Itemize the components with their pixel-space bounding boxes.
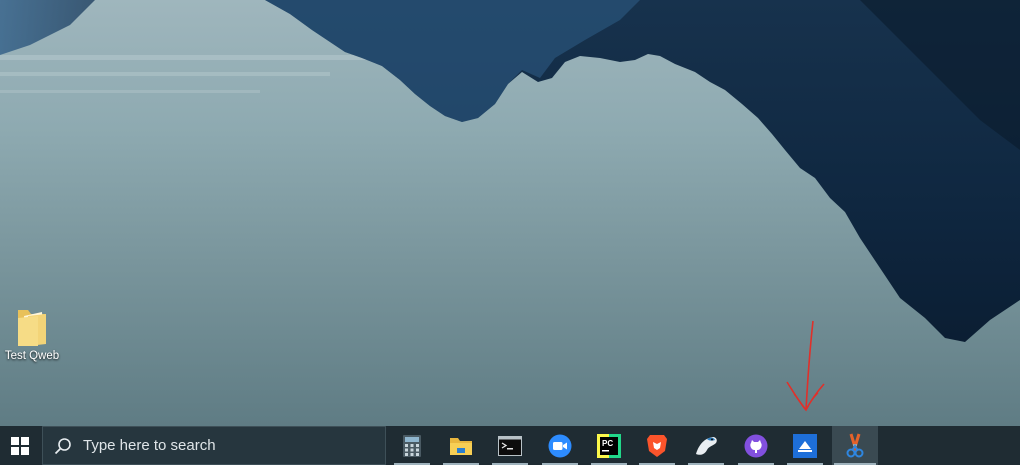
desktop-icon-label: Test Qweb [4,350,60,362]
taskbar: Type here to search PC [0,426,1020,465]
start-button[interactable] [0,426,40,465]
desktop: Test Qweb [0,0,1020,426]
desktop-icon-test-qweb[interactable]: Test Qweb [2,304,62,362]
taskbar-app-github-desktop[interactable] [736,426,776,465]
lion-shield-icon [647,434,667,457]
wallpaper [0,0,1020,342]
video-camera-icon [548,434,572,457]
svg-text:PC: PC [602,439,613,448]
calculator-icon [403,434,421,457]
red-arrow-annotation [786,320,825,412]
taskbar-app-pycharm[interactable]: PC [589,426,629,465]
search-icon [54,437,72,455]
taskbar-app-zoom[interactable] [540,426,580,465]
taskbar-app-bird[interactable] [686,426,726,465]
terminal-icon [498,435,522,456]
taskbar-app-snipping-tool[interactable] [832,426,878,465]
folder-icon [450,437,472,455]
github-icon [744,434,768,457]
taskbar-app-scanner[interactable] [785,426,825,465]
taskbar-search-box[interactable]: Type here to search [42,426,386,465]
taskbar-app-calculator[interactable] [392,426,432,465]
taskbar-app-terminal[interactable] [490,426,530,465]
scanner-icon [793,433,817,458]
search-placeholder: Type here to search [83,437,216,454]
scissors-icon [846,433,864,457]
pycharm-icon: PC [597,433,621,458]
folder-icon [18,310,46,346]
taskbar-app-brave[interactable] [637,426,677,465]
taskbar-app-file-explorer[interactable] [441,426,481,465]
bird-icon [696,436,717,455]
windows-start-icon [11,436,29,455]
